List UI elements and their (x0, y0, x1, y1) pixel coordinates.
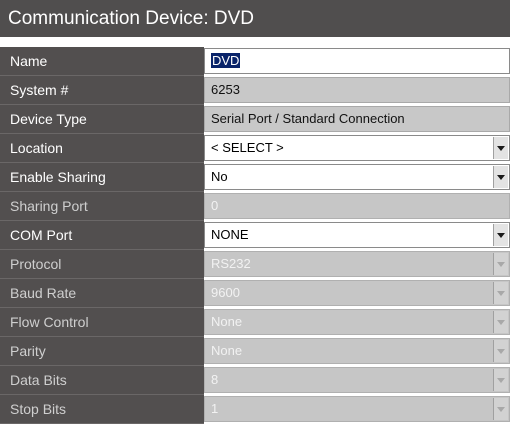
enable-sharing-select[interactable]: No (204, 164, 510, 190)
chevron-down-icon (497, 407, 505, 412)
enable-sharing-value: No (211, 169, 228, 184)
row-baud-rate: Baud Rate 9600 (0, 279, 510, 308)
name-input[interactable]: DVD (204, 48, 510, 74)
data-bits-label: Data Bits (0, 366, 204, 395)
protocol-value: RS232 (211, 256, 251, 271)
baud-rate-dropdown-button (493, 282, 508, 304)
data-bits-dropdown-button (493, 369, 508, 391)
stop-bits-label: Stop Bits (0, 395, 204, 424)
com-port-dropdown-button[interactable] (493, 224, 508, 246)
location-value: < SELECT > (211, 140, 284, 155)
flow-control-select: None (204, 309, 510, 335)
chevron-down-icon (497, 233, 505, 238)
device-type-label: Device Type (0, 105, 204, 134)
system-number-field: 6253 (204, 77, 510, 103)
row-com-port: COM Port NONE (0, 221, 510, 250)
sharing-port-label: Sharing Port (0, 192, 204, 221)
com-port-value: NONE (211, 227, 249, 242)
chevron-down-icon (497, 320, 505, 325)
protocol-label: Protocol (0, 250, 204, 279)
chevron-down-icon (497, 175, 505, 180)
row-data-bits: Data Bits 8 (0, 366, 510, 395)
chevron-down-icon (497, 378, 505, 383)
device-type-field: Serial Port / Standard Connection (204, 106, 510, 132)
row-protocol: Protocol RS232 (0, 250, 510, 279)
location-select[interactable]: < SELECT > (204, 135, 510, 161)
data-bits-value: 8 (211, 372, 219, 387)
com-port-label: COM Port (0, 221, 204, 250)
baud-rate-label: Baud Rate (0, 279, 204, 308)
communication-device-panel: Communication Device: DVD Name DVD Syste… (0, 0, 510, 434)
parity-dropdown-button (493, 340, 508, 362)
parity-label: Parity (0, 337, 204, 366)
row-name: Name DVD (0, 47, 510, 76)
name-value: DVD (211, 53, 241, 68)
row-enable-sharing: Enable Sharing No (0, 163, 510, 192)
row-system-number: System # 6253 (0, 76, 510, 105)
data-bits-select: 8 (204, 367, 510, 393)
row-flow-control: Flow Control None (0, 308, 510, 337)
flow-control-value: None (211, 314, 243, 329)
flow-control-dropdown-button (493, 311, 508, 333)
location-label: Location (0, 134, 204, 163)
sharing-port-input: 0 (204, 193, 510, 219)
chevron-down-icon (497, 146, 505, 151)
protocol-dropdown-button (493, 253, 508, 275)
baud-rate-select: 9600 (204, 280, 510, 306)
stop-bits-dropdown-button (493, 398, 508, 420)
system-number-label: System # (0, 76, 204, 105)
chevron-down-icon (497, 349, 505, 354)
baud-rate-value: 9600 (211, 285, 240, 300)
row-stop-bits: Stop Bits 1 (0, 395, 510, 424)
row-location: Location < SELECT > (0, 134, 510, 163)
enable-sharing-label: Enable Sharing (0, 163, 204, 192)
protocol-select: RS232 (204, 251, 510, 277)
row-device-type: Device Type Serial Port / Standard Conne… (0, 105, 510, 134)
name-label: Name (0, 47, 204, 76)
parity-select: None (204, 338, 510, 364)
parity-value: None (211, 343, 243, 358)
com-port-select[interactable]: NONE (204, 222, 510, 248)
device-form: Name DVD System # 6253 Device Type Seria… (0, 47, 510, 424)
panel-title: Communication Device: DVD (0, 0, 510, 37)
flow-control-label: Flow Control (0, 308, 204, 337)
location-dropdown-button[interactable] (493, 137, 508, 159)
enable-sharing-dropdown-button[interactable] (493, 166, 508, 188)
chevron-down-icon (497, 291, 505, 296)
chevron-down-icon (497, 262, 505, 267)
row-parity: Parity None (0, 337, 510, 366)
stop-bits-select: 1 (204, 396, 510, 422)
stop-bits-value: 1 (211, 401, 219, 416)
row-sharing-port: Sharing Port 0 (0, 192, 510, 221)
